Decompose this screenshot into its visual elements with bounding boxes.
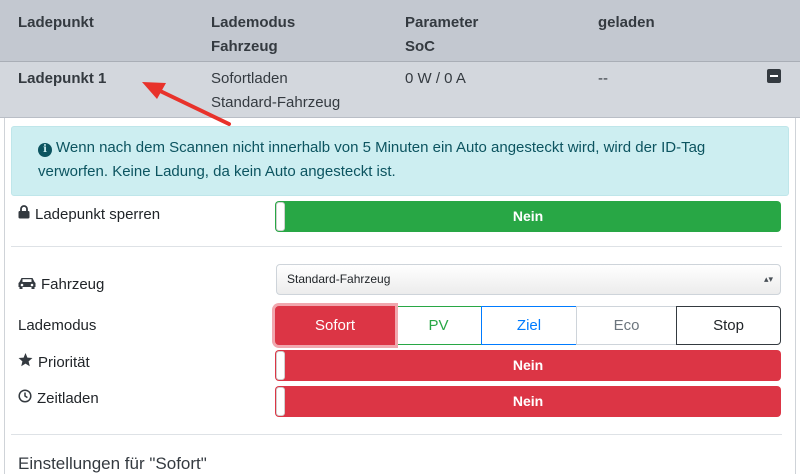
- lock-label: Ladepunkt sperren: [35, 206, 161, 223]
- chargemode-label: Lademodus: [18, 317, 97, 334]
- header-lademodus: Lademodus Fahrzeug: [211, 11, 295, 59]
- minus-square-icon[interactable]: [767, 69, 781, 83]
- chargemode-pv-button[interactable]: PV: [395, 306, 482, 345]
- priority-toggle[interactable]: Nein: [275, 350, 781, 381]
- vehicle-label: Fahrzeug: [41, 276, 105, 293]
- timecharge-toggle[interactable]: Nein: [275, 386, 781, 417]
- chargemode-button-group: Sofort PV Ziel Eco Stop: [275, 306, 781, 345]
- lock-toggle-knob: [276, 202, 285, 231]
- chargemode-stop-button[interactable]: Stop: [676, 306, 781, 345]
- header-lademodus-line1: Lademodus: [211, 14, 296, 31]
- timecharge-label: Zeitladen: [37, 390, 99, 407]
- header-soc-line2: SoC: [405, 38, 435, 55]
- divider: [11, 434, 782, 435]
- section-title: Einstellungen für "Sofort": [18, 454, 207, 473]
- timecharge-toggle-knob: [276, 387, 285, 416]
- header-ladepunkt: Ladepunkt: [18, 14, 94, 31]
- alert-text: Wenn nach dem Scannen nicht innerhalb vo…: [38, 139, 706, 180]
- info-circle-icon: i: [38, 143, 52, 157]
- vehicle-select-value: Standard-Fahrzeug: [287, 272, 391, 286]
- lock-icon: [18, 204, 30, 224]
- priority-label-row: Priorität: [18, 352, 90, 373]
- star-icon: [18, 352, 33, 372]
- lock-label-row: Ladepunkt sperren: [18, 204, 160, 225]
- chargepoint-charged: --: [598, 70, 608, 87]
- chargepoint-vehicle: Standard-Fahrzeug: [211, 94, 341, 111]
- chargepoint-name: Ladepunkt 1: [18, 70, 107, 87]
- chargepoint-params: 0 W / 0 A: [405, 70, 466, 87]
- header-parameter-line1: Parameter: [405, 14, 479, 31]
- lock-toggle-value: Nein: [512, 208, 544, 224]
- priority-label: Priorität: [38, 354, 90, 371]
- timecharge-toggle-value: Nein: [512, 393, 544, 409]
- chargepoint-row[interactable]: Ladepunkt 1 Sofortladen Standard-Fahrzeu…: [0, 62, 800, 118]
- car-icon: [18, 274, 36, 294]
- info-alert: i Wenn nach dem Scannen nicht innerhalb v…: [11, 126, 789, 196]
- header-geladen: geladen: [598, 14, 655, 31]
- priority-toggle-knob: [276, 351, 285, 380]
- chargepoint-mode: Sofortladen: [211, 70, 288, 87]
- chargepoint-mode-vehicle: Sofortladen Standard-Fahrzeug: [211, 67, 340, 115]
- vehicle-label-row: Fahrzeug: [18, 274, 104, 295]
- header-parameter: Parameter SoC: [405, 11, 478, 59]
- priority-toggle-value: Nein: [512, 357, 544, 373]
- divider: [11, 246, 782, 247]
- clock-icon: [18, 388, 32, 408]
- vehicle-select[interactable]: Standard-Fahrzeug ▴▾: [276, 264, 781, 295]
- lock-toggle[interactable]: Nein: [275, 201, 781, 232]
- timecharge-label-row: Zeitladen: [18, 388, 99, 409]
- chargemode-sofort-button[interactable]: Sofort: [275, 306, 395, 345]
- select-arrows-icon: ▴▾: [763, 274, 773, 284]
- header-fahrzeug-line2: Fahrzeug: [211, 38, 278, 55]
- chargemode-eco-button[interactable]: Eco: [576, 306, 677, 345]
- table-header: Ladepunkt Lademodus Fahrzeug Parameter S…: [0, 0, 800, 62]
- chargemode-ziel-button[interactable]: Ziel: [481, 306, 577, 345]
